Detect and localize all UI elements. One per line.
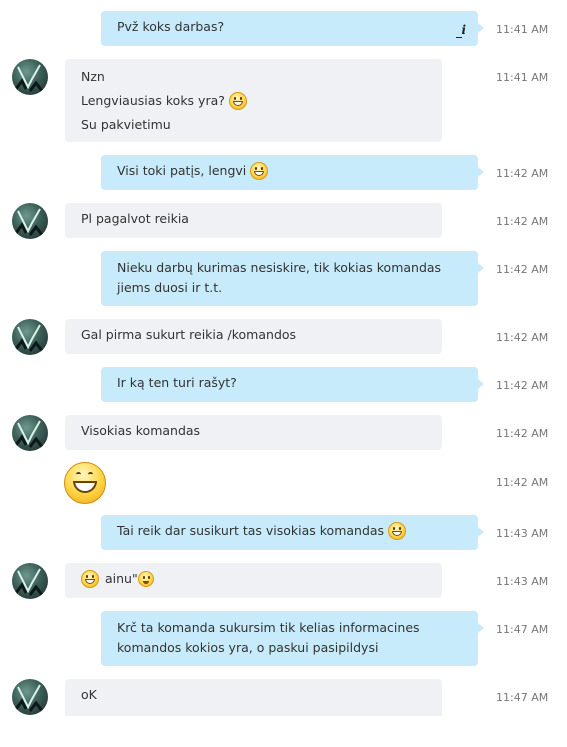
message-timestamp: 11:42 AM (496, 215, 549, 228)
contact-avatar[interactable] (12, 415, 48, 451)
message-timestamp: 11:42 AM (496, 427, 549, 440)
grin-emoticon-icon (81, 570, 99, 588)
contact-avatar[interactable] (12, 563, 48, 599)
message-text: Ir ką ten turi rašyt? (117, 375, 237, 390)
emoticon-eye (88, 472, 93, 477)
message-timestamp: 11:43 AM (496, 575, 549, 588)
outgoing-message[interactable]: Nieku darbų kurimas nesiskire, tik kokia… (101, 251, 484, 306)
message-timestamp: 11:42 AM (496, 379, 549, 392)
contact-avatar[interactable] (12, 319, 48, 355)
message-text: Gal pirma sukurt reikia /komandos (81, 327, 297, 342)
message-line: Visi toki patįs, lengvi (117, 161, 462, 181)
contact-avatar[interactable] (12, 679, 48, 715)
message-text: Pvž koks darbas? (117, 19, 225, 34)
message-timestamp: 11:47 AM (496, 623, 549, 636)
incoming-message[interactable]: oK (65, 679, 442, 716)
message-timestamp: 11:43 AM (496, 527, 549, 540)
message-text: komandos kokios yra, o paskui pasipildys… (117, 640, 379, 655)
message-timestamp: 11:41 AM (496, 23, 549, 36)
edit-pencil-icon[interactable]: i (456, 20, 466, 40)
incoming-message[interactable]: Gal pirma sukurt reikia /komandos (65, 319, 442, 354)
incoming-message[interactable]: Visokias komandas (65, 415, 442, 450)
contact-avatar[interactable] (12, 203, 48, 239)
message-text: oK (81, 687, 97, 702)
contact-avatar[interactable] (12, 59, 48, 95)
message-line: Lengviausias koks yra? (81, 89, 426, 113)
message-text: Su pakvietimu (81, 117, 171, 132)
message-timestamp: 11:42 AM (496, 476, 549, 489)
message-timestamp: 11:42 AM (496, 263, 549, 276)
incoming-message[interactable]: Pl pagalvot reikia (65, 203, 442, 238)
outgoing-message[interactable]: Ir ką ten turi rašyt? (101, 367, 484, 402)
grin-emoticon-icon (388, 522, 407, 540)
message-line: ainu" (81, 569, 426, 589)
message-text: ainu" (105, 571, 138, 586)
message-text: Nzn (81, 69, 105, 84)
smile-emoticon-icon (137, 571, 154, 587)
message-text: Visi toki patįs, lengvi (117, 163, 247, 178)
message-timestamp: 11:42 AM (496, 167, 549, 180)
grin-emoticon-icon (250, 162, 269, 180)
outgoing-message[interactable]: Visi toki patįs, lengvi (101, 155, 484, 190)
message-text: Krč ta komanda sukursim tik kelias infor… (117, 620, 420, 635)
message-timestamp: 11:47 AM (496, 691, 549, 704)
incoming-message[interactable]: Nzn Lengviausias koks yra? Su pakvietimu (65, 59, 442, 142)
message-text: jiems duosi ir t.t. (117, 280, 223, 295)
grin-emoticon-icon (228, 92, 247, 110)
outgoing-message[interactable]: Pvž koks darbas? i (101, 11, 484, 46)
chat-history[interactable]: Pvž koks darbas? i 11:41 AM Nzn Lengviau… (0, 0, 567, 716)
message-timestamp: 11:41 AM (496, 71, 549, 84)
message-text: Tai reik dar susikurt tas visokias koman… (117, 523, 385, 538)
message-text: Lengviausias koks yra? (81, 93, 225, 108)
message-text: Pl pagalvot reikia (81, 211, 189, 226)
incoming-message[interactable]: ainu" (65, 563, 442, 598)
outgoing-message[interactable]: Krč ta komanda sukursim tik kelias infor… (101, 611, 484, 666)
message-text: Visokias komandas (81, 423, 201, 438)
outgoing-message[interactable]: Tai reik dar susikurt tas visokias koman… (101, 515, 484, 550)
big-grin-emoticon-icon (64, 462, 106, 504)
message-text: Nieku darbų kurimas nesiskire, tik kokia… (117, 260, 442, 275)
message-line: Tai reik dar susikurt tas visokias koman… (117, 521, 462, 541)
message-timestamp: 11:42 AM (496, 331, 549, 344)
